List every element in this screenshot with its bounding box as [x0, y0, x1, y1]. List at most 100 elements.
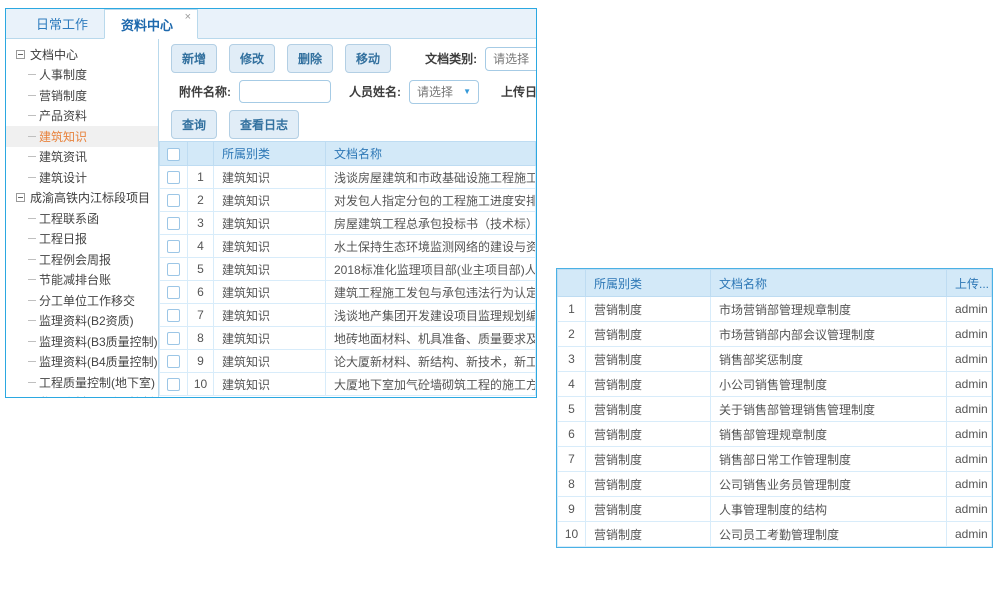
tree-root-document-center[interactable]: 文档中心 [6, 44, 158, 65]
row-checkbox[interactable] [167, 217, 180, 230]
header-category: 所属别类 [586, 270, 711, 297]
toolbar-row-1: 新增 修改 删除 移动 文档类别: 请选择 ▼ 文档 [159, 42, 536, 75]
row-checkbox[interactable] [167, 263, 180, 276]
table-row[interactable]: 10建筑知识大厦地下室加气砼墙砌筑工程的施工方... [160, 373, 536, 396]
table-row[interactable]: 4建筑知识水土保持生态环境监测网络的建设与资... [160, 235, 536, 258]
tab-daily-work[interactable]: 日常工作 [20, 9, 104, 38]
table-row[interactable]: 2营销制度市场营销部内部会议管理制度admin [558, 322, 992, 347]
select-all-checkbox[interactable] [167, 148, 180, 161]
row-checkbox[interactable] [167, 240, 180, 253]
tree-item-supervision-b4[interactable]: 监理资料(B4质量控制) [6, 352, 158, 373]
table-row[interactable]: 7营销制度销售部日常工作管理制度admin [558, 447, 992, 472]
attachment-name-input[interactable] [239, 80, 331, 103]
tree-root-label: 成渝高铁内江标段项目 [30, 189, 150, 206]
row-checkbox[interactable] [167, 171, 180, 184]
tree-item-label: 建筑设计 [39, 169, 87, 186]
tree-item-label: 营销制度 [39, 87, 87, 104]
tree-item-label: 人事制度 [39, 66, 87, 83]
tree-root-railway-project[interactable]: 成渝高铁内江标段项目 [6, 188, 158, 209]
row-checkbox[interactable] [167, 309, 180, 322]
table-row[interactable]: 9建筑知识论大厦新材料、新结构、新技术，新工... [160, 350, 536, 373]
doc-category-select[interactable]: 请选择 ▼ [485, 47, 536, 71]
row-checkbox[interactable] [167, 332, 180, 345]
tree-connector [28, 259, 36, 260]
tree-connector [28, 95, 36, 96]
row-checkbox[interactable] [167, 355, 180, 368]
tree-item-clipped[interactable]: 监理资料(B5质量控制) [6, 393, 158, 398]
header-uploader: 上传... [947, 270, 992, 297]
table-row[interactable]: 5营销制度关于销售部管理销售管理制度admin [558, 397, 992, 422]
table-row[interactable]: 5建筑知识2018标准化监理项目部(业主项目部)人员... [160, 258, 536, 281]
row-checkbox[interactable] [167, 378, 180, 391]
document-list-pane: 新增 修改 删除 移动 文档类别: 请选择 ▼ 文档 附件名称: 人员姓名: 请… [159, 39, 536, 397]
tree-connector [28, 156, 36, 157]
header-category: 所属别类 [214, 142, 326, 166]
tree-connector [28, 177, 36, 178]
category-tree: 文档中心 人事制度 营销制度 产品资料 建筑知识 建筑资讯 建筑设计 成渝高铁内… [6, 39, 159, 397]
header-doc-name: 文档名称 [326, 142, 536, 166]
tree-item-marketing-rules[interactable]: 营销制度 [6, 85, 158, 106]
table-row[interactable]: 1营销制度市场营销部管理规章制度admin [558, 297, 992, 322]
tab-bar: 日常工作 资料中心 × [6, 9, 536, 39]
tree-item-label: 产品资料 [39, 107, 87, 124]
table-row[interactable]: 8营销制度公司销售业务员管理制度admin [558, 472, 992, 497]
document-table: 所属别类 文档名称 1建筑知识浅谈房屋建筑和市政基础设施工程施工... 2建筑知… [159, 141, 536, 396]
row-checkbox[interactable] [167, 286, 180, 299]
chevron-down-icon: ▼ [463, 87, 471, 96]
table-row[interactable]: 2建筑知识对发包人指定分包的工程施工进度安排... [160, 189, 536, 212]
table-row[interactable]: 3建筑知识房屋建筑工程总承包投标书（技术标）... [160, 212, 536, 235]
person-name-value: 请选择 [417, 83, 453, 100]
tree-connector [28, 361, 36, 362]
view-log-button[interactable]: 查看日志 [229, 110, 299, 139]
collapse-icon[interactable] [16, 50, 25, 59]
tree-item-quality-basement[interactable]: 工程质量控制(地下室) [6, 372, 158, 393]
tree-item-product-data[interactable]: 产品资料 [6, 106, 158, 127]
marketing-documents-table-panel: 所属别类 文档名称 上传... 1营销制度市场营销部管理规章制度admin 2营… [556, 268, 993, 548]
table-row[interactable]: 10营销制度公司员工考勤管理制度admin [558, 522, 992, 547]
collapse-icon[interactable] [16, 193, 25, 202]
add-button[interactable]: 新增 [171, 44, 217, 73]
delete-button[interactable]: 删除 [287, 44, 333, 73]
tree-item-building-news[interactable]: 建筑资讯 [6, 147, 158, 168]
document-center-window: 日常工作 资料中心 × 文档中心 人事制度 营销制度 产品资料 建筑知识 建筑资… [5, 8, 537, 398]
tree-item-supervision-b2[interactable]: 监理资料(B2资质) [6, 311, 158, 332]
close-icon[interactable]: × [185, 11, 191, 23]
clipped-label-upload-date: 上传日期 [501, 83, 536, 100]
tree-item-label: 监理资料(B3质量控制) [39, 333, 158, 350]
person-name-select[interactable]: 请选择 ▼ [409, 80, 479, 104]
move-button[interactable]: 移动 [345, 44, 391, 73]
table-row[interactable]: 9营销制度人事管理制度的结构admin [558, 497, 992, 522]
tree-item-label: 工程日报 [39, 230, 87, 247]
doc-category-label: 文档类别: [425, 50, 477, 67]
table-row[interactable]: 6建筑知识建筑工程施工发包与承包违法行为认定... [160, 281, 536, 304]
attachment-name-label: 附件名称: [179, 83, 231, 100]
tab-data-center[interactable]: 资料中心 × [104, 9, 198, 39]
edit-button[interactable]: 修改 [229, 44, 275, 73]
tree-item-project-letters[interactable]: 工程联系函 [6, 208, 158, 229]
tree-connector [28, 320, 36, 321]
table-row[interactable]: 6营销制度销售部管理规章制度admin [558, 422, 992, 447]
tree-connector [28, 300, 36, 301]
document-table-container: 所属别类 文档名称 1建筑知识浅谈房屋建筑和市政基础设施工程施工... 2建筑知… [159, 141, 536, 397]
tree-item-daily-report[interactable]: 工程日报 [6, 229, 158, 250]
tree-item-hr-rules[interactable]: 人事制度 [6, 65, 158, 86]
table-row[interactable]: 3营销制度销售部奖惩制度admin [558, 347, 992, 372]
tree-item-building-knowledge[interactable]: 建筑知识 [6, 126, 158, 147]
table-row[interactable]: 1建筑知识浅谈房屋建筑和市政基础设施工程施工... [160, 166, 536, 189]
tree-item-label: 节能减排台账 [39, 271, 111, 288]
table-row[interactable]: 7建筑知识浅谈地产集团开发建设项目监理规划编... [160, 304, 536, 327]
table-row[interactable]: 4营销制度小公司销售管理制度admin [558, 372, 992, 397]
doc-category-value: 请选择 [493, 50, 529, 67]
tree-item-building-design[interactable]: 建筑设计 [6, 167, 158, 188]
query-button[interactable]: 查询 [171, 110, 217, 139]
table-row[interactable]: 8建筑知识地砖地面材料、机具准备、质量要求及... [160, 327, 536, 350]
tree-connector [28, 382, 36, 383]
tree-item-energy-ledger[interactable]: 节能减排台账 [6, 270, 158, 291]
tree-item-label: 监理资料(B4质量控制) [39, 353, 158, 370]
tree-item-label: 分工单位工作移交 [39, 292, 135, 309]
tree-item-supervision-b3[interactable]: 监理资料(B3质量控制) [6, 331, 158, 352]
tree-item-label: 工程质量控制(地下室) [39, 374, 155, 391]
tree-item-weekly-meeting[interactable]: 工程例会周报 [6, 249, 158, 270]
tree-item-work-transfer[interactable]: 分工单位工作移交 [6, 290, 158, 311]
row-checkbox[interactable] [167, 194, 180, 207]
